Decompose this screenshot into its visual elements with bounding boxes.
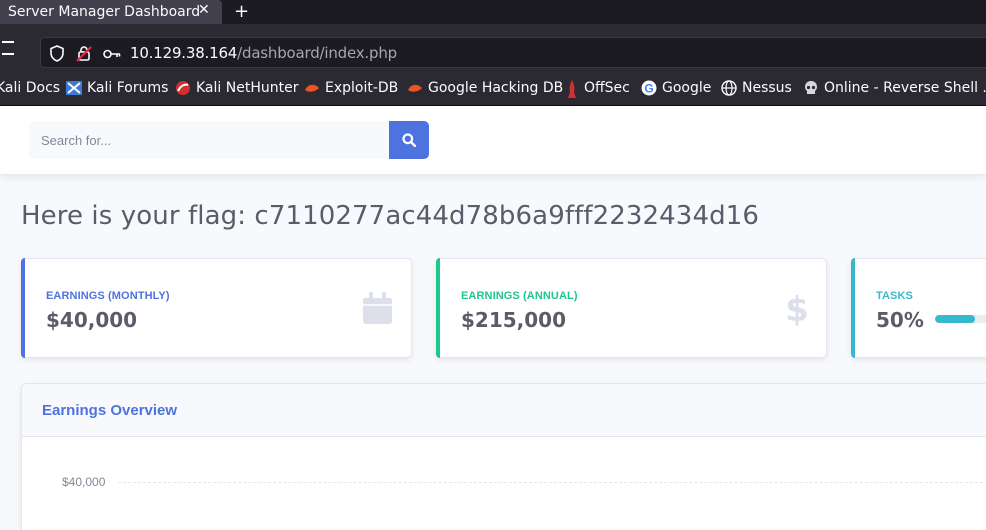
kali-forums-icon (66, 80, 82, 96)
bookmark-label: Kali NetHunter (196, 80, 299, 96)
ghdb-icon (407, 80, 423, 96)
earnings-annual-card: Earnings (Annual) $215,000 $ (436, 258, 827, 358)
offsec-icon (565, 80, 579, 98)
svg-text:G: G (644, 82, 653, 96)
bookmark-nessus[interactable]: Nessus (721, 80, 792, 96)
card-accent-stripe (851, 258, 855, 358)
card-label: Earnings (Monthly) (46, 290, 170, 302)
chart-title: Earnings Overview (42, 402, 178, 419)
url-bar[interactable]: 10.129.38.164/dashboard/index.php (40, 37, 986, 68)
bookmark-kali-nethunter[interactable]: Kali NetHunter (175, 80, 298, 96)
card-value: $215,000 (461, 308, 567, 332)
bookmark-offsec[interactable]: OffSec (565, 80, 630, 98)
bookmarks-toolbar: Kali Docs Kali Forums Kali NetHunter Exp… (0, 72, 986, 106)
bookmark-label: Nessus (742, 80, 792, 96)
bookmark-exploit-db[interactable]: Exploit-DB (304, 80, 398, 96)
svg-text:$: $ (786, 290, 808, 326)
chart-header: Earnings Overview (22, 384, 986, 437)
kali-nethunter-icon (175, 80, 191, 96)
browser-tab-bar: Server Manager Dashboard ✕ + (0, 0, 986, 24)
key-icon[interactable] (103, 47, 121, 65)
insecure-lock-icon[interactable] (76, 45, 92, 67)
tab-close-icon[interactable]: ✕ (198, 2, 210, 18)
bookmark-google[interactable]: G Google (641, 80, 711, 96)
bookmark-label: Kali Docs (0, 80, 61, 96)
skull-icon (803, 80, 819, 96)
calendar-icon (363, 292, 392, 329)
tab-title: Server Manager Dashboard (8, 4, 201, 20)
search-input[interactable] (29, 121, 389, 159)
bookmark-label: Online - Reverse Shell ... (824, 80, 986, 96)
bookmark-label: Exploit-DB (325, 80, 399, 96)
url-path: /dashboard/index.php (237, 44, 397, 62)
exploit-db-icon (304, 80, 320, 96)
y-axis-tick: $40,000 (62, 475, 106, 489)
bookmark-kali-forums[interactable]: Kali Forums (66, 80, 168, 96)
tasks-card: Tasks 50% (851, 258, 986, 358)
tasks-progress-bar (935, 315, 986, 323)
search-icon (402, 133, 417, 150)
browser-tab[interactable]: Server Manager Dashboard ✕ (0, 0, 222, 24)
card-accent-stripe (436, 258, 440, 358)
page-content: Here is your flag: c7110277ac44d78b6a9ff… (0, 106, 986, 530)
bookmark-reverse-shell[interactable]: Online - Reverse Shell ... (803, 80, 986, 96)
card-label: Tasks (876, 290, 913, 302)
card-value: $40,000 (46, 308, 138, 332)
card-value: 50% (876, 308, 924, 332)
search-button[interactable] (389, 121, 429, 159)
topbar (0, 106, 986, 174)
globe-icon (721, 80, 737, 96)
new-tab-button[interactable]: + (234, 1, 249, 22)
dollar-icon: $ (785, 290, 809, 331)
earnings-overview-card: Earnings Overview $40,000 (21, 383, 986, 530)
bookmark-label: Google Hacking DB (428, 80, 564, 96)
url-text: 10.129.38.164/dashboard/index.php (130, 44, 397, 62)
bookmark-kali-docs[interactable]: Kali Docs (0, 80, 60, 96)
browser-nav-bar: 10.129.38.164/dashboard/index.php (0, 24, 986, 72)
google-icon: G (641, 80, 657, 96)
progress-fill (935, 315, 975, 323)
chart-gridline (118, 482, 986, 483)
card-accent-stripe (21, 258, 25, 358)
chart-body: $40,000 (22, 437, 986, 530)
bookmark-label: OffSec (584, 80, 630, 96)
reload-icon[interactable] (0, 36, 20, 60)
earnings-monthly-card: Earnings (Monthly) $40,000 (21, 258, 412, 358)
bookmark-label: Google (662, 80, 712, 96)
bookmark-label: Kali Forums (87, 80, 169, 96)
card-label: Earnings (Annual) (461, 290, 578, 302)
page-title: Here is your flag: c7110277ac44d78b6a9ff… (21, 201, 759, 231)
url-host: 10.129.38.164 (130, 44, 238, 62)
bookmark-google-hacking-db[interactable]: Google Hacking DB (407, 80, 563, 96)
shield-icon[interactable] (49, 45, 65, 67)
